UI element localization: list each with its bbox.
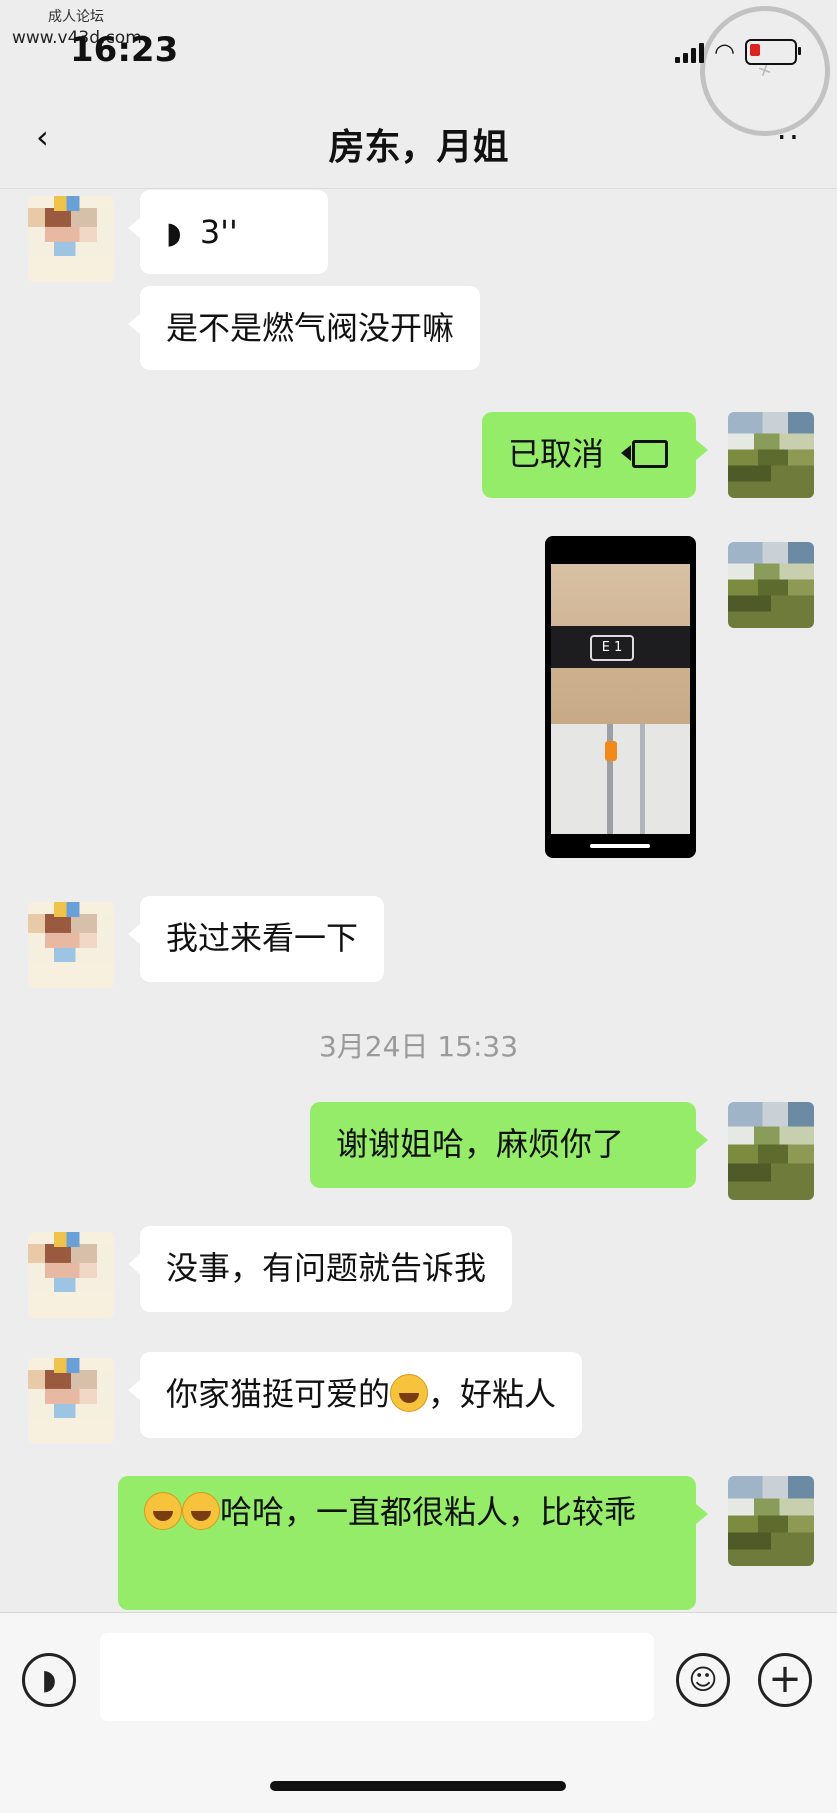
my-avatar[interactable] [728,1102,814,1200]
image-message[interactable]: E 1 [545,536,696,858]
status-time: 16:23 [70,30,179,70]
message-text: ，好粘人 [428,1375,557,1413]
contact-avatar[interactable] [28,902,114,988]
contact-avatar[interactable] [28,196,114,282]
message-bubble[interactable]: 哈哈，一直都很粘人，比较乖 [118,1476,708,1610]
call-status: 已取消 [508,435,605,473]
laughing-tears-emoji-icon [390,1374,429,1412]
message-bubble[interactable]: 没事，有问题就告诉我 [127,1226,513,1312]
contact-avatar[interactable] [28,1358,114,1444]
home-indicator[interactable] [270,1781,566,1791]
voice-wave-icon: ◗ [166,216,182,251]
my-avatar[interactable] [728,1476,814,1566]
chat-title: 房东，月姐 [328,127,509,168]
more-dots-icon[interactable]: ·· [777,118,801,156]
watermark-label: 成人论坛 [48,9,104,25]
message-bubble[interactable]: 我过来看一下 [127,896,385,982]
contact-avatar[interactable] [28,1232,114,1318]
voice-icon[interactable]: ◗ [22,1653,76,1707]
message-text: 哈哈，一直都很粘人，比较乖 [220,1493,637,1531]
emoji-icon[interactable]: ☺ [676,1653,730,1707]
voice-duration: 3'' [199,213,238,251]
voice-message[interactable]: ◗ 3'' [128,190,328,274]
message-text: 你家猫挺可爱的 [166,1375,391,1413]
video-call-icon [621,440,669,468]
input-bar: ◗ ☺ + [0,1612,837,1813]
laughing-tears-emoji-icon [182,1492,220,1530]
message-input[interactable] [100,1633,654,1721]
message-bubble[interactable]: 是不是燃气阀没开嘛 [127,286,481,370]
chat-header: ‹ 房东，月姐 ·· [0,96,837,189]
my-avatar[interactable] [728,542,814,628]
laughing-tears-emoji-icon [144,1492,182,1530]
my-avatar[interactable] [728,412,814,498]
message-bubble[interactable]: 你家猫挺可爱的 ，好粘人 [127,1352,583,1438]
video-call-message[interactable]: 已取消 [482,412,708,498]
heater-display: E 1 [590,635,634,661]
gas-valve [605,741,617,761]
plus-icon[interactable]: + [758,1653,812,1707]
chat-timestamp: 3月24日 15:33 [318,1030,519,1063]
message-bubble[interactable]: 谢谢姐哈，麻烦你了 [310,1102,708,1188]
